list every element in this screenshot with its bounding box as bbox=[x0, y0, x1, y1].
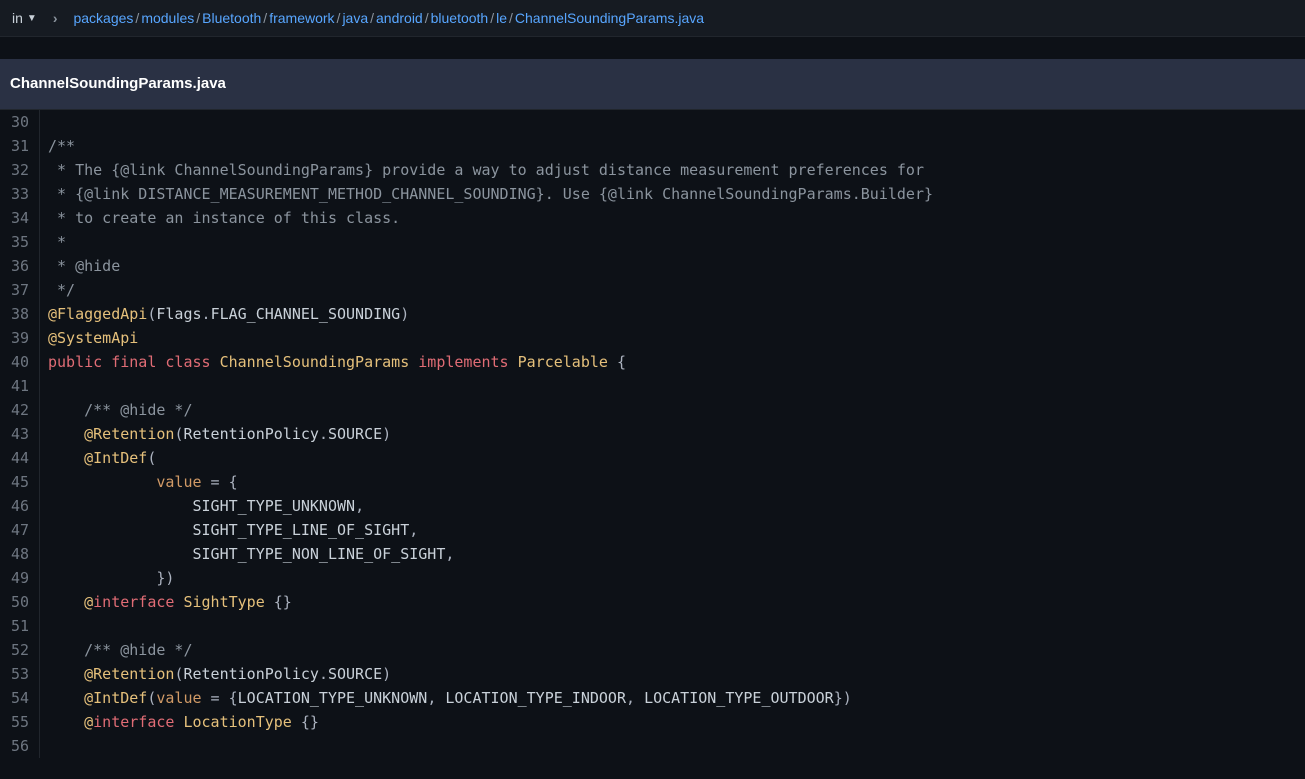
breadcrumb-bar: in ▼ › packages/modules/Bluetooth/framew… bbox=[0, 0, 1305, 37]
line-number[interactable]: 41 bbox=[4, 374, 31, 398]
line-number[interactable]: 52 bbox=[4, 638, 31, 662]
code-line: */ bbox=[48, 278, 933, 302]
line-number[interactable]: 42 bbox=[4, 398, 31, 422]
code-line: public final class ChannelSoundingParams… bbox=[48, 350, 933, 374]
line-number[interactable]: 38 bbox=[4, 302, 31, 326]
line-number[interactable]: 46 bbox=[4, 494, 31, 518]
code-line: @Retention(RetentionPolicy.SOURCE) bbox=[48, 662, 933, 686]
breadcrumb-separator: / bbox=[490, 10, 494, 26]
code-line: SIGHT_TYPE_UNKNOWN, bbox=[48, 494, 933, 518]
line-number[interactable]: 44 bbox=[4, 446, 31, 470]
code-line: @interface LocationType {} bbox=[48, 710, 933, 734]
line-number[interactable]: 53 bbox=[4, 662, 31, 686]
code-line: @IntDef(value = {LOCATION_TYPE_UNKNOWN, … bbox=[48, 686, 933, 710]
line-number[interactable]: 39 bbox=[4, 326, 31, 350]
code-line: @IntDef( bbox=[48, 446, 933, 470]
line-number[interactable]: 37 bbox=[4, 278, 31, 302]
line-number[interactable]: 54 bbox=[4, 686, 31, 710]
code-line: SIGHT_TYPE_NON_LINE_OF_SIGHT, bbox=[48, 542, 933, 566]
breadcrumb-segment[interactable]: modules bbox=[141, 10, 194, 26]
code-line: * The {@link ChannelSoundingParams} prov… bbox=[48, 158, 933, 182]
caret-down-icon: ▼ bbox=[27, 13, 37, 24]
line-number[interactable]: 49 bbox=[4, 566, 31, 590]
breadcrumb-separator: / bbox=[370, 10, 374, 26]
line-number[interactable]: 32 bbox=[4, 158, 31, 182]
code-line: }) bbox=[48, 566, 933, 590]
code-line: * @hide bbox=[48, 254, 933, 278]
breadcrumb-segment[interactable]: le bbox=[496, 10, 507, 26]
line-number[interactable]: 30 bbox=[4, 110, 31, 134]
breadcrumb-segment[interactable]: Bluetooth bbox=[202, 10, 261, 26]
line-number[interactable]: 45 bbox=[4, 470, 31, 494]
breadcrumb-segment[interactable]: ChannelSoundingParams.java bbox=[515, 10, 704, 26]
code-line: @SystemApi bbox=[48, 326, 933, 350]
line-number[interactable]: 55 bbox=[4, 710, 31, 734]
code-line bbox=[48, 110, 933, 134]
line-number[interactable]: 31 bbox=[4, 134, 31, 158]
breadcrumb-segment[interactable]: packages bbox=[73, 10, 133, 26]
breadcrumb-separator: / bbox=[196, 10, 200, 26]
breadcrumb-segment[interactable]: framework bbox=[269, 10, 334, 26]
code-content: /** * The {@link ChannelSoundingParams} … bbox=[40, 110, 933, 758]
code-line: @FlaggedApi(Flags.FLAG_CHANNEL_SOUNDING) bbox=[48, 302, 933, 326]
code-line: @interface SightType {} bbox=[48, 590, 933, 614]
breadcrumb-separator: / bbox=[425, 10, 429, 26]
code-line bbox=[48, 734, 933, 758]
line-number[interactable]: 43 bbox=[4, 422, 31, 446]
breadcrumb-separator: / bbox=[263, 10, 267, 26]
code-line: /** bbox=[48, 134, 933, 158]
breadcrumb-segment[interactable]: java bbox=[342, 10, 368, 26]
code-editor[interactable]: 3031323334353637383940414243444546474849… bbox=[0, 110, 1305, 758]
line-number[interactable]: 51 bbox=[4, 614, 31, 638]
line-number[interactable]: 35 bbox=[4, 230, 31, 254]
line-gutter: 3031323334353637383940414243444546474849… bbox=[0, 110, 40, 758]
line-number[interactable]: 33 bbox=[4, 182, 31, 206]
code-line: value = { bbox=[48, 470, 933, 494]
breadcrumb-segment[interactable]: android bbox=[376, 10, 423, 26]
line-number[interactable]: 50 bbox=[4, 590, 31, 614]
code-line: SIGHT_TYPE_LINE_OF_SIGHT, bbox=[48, 518, 933, 542]
code-line: * to create an instance of this class. bbox=[48, 206, 933, 230]
file-tab-active[interactable]: ChannelSoundingParams.java bbox=[10, 75, 226, 92]
branch-dropdown[interactable]: in ▼ bbox=[12, 10, 37, 26]
line-number[interactable]: 36 bbox=[4, 254, 31, 278]
code-line bbox=[48, 614, 933, 638]
code-line: /** @hide */ bbox=[48, 398, 933, 422]
code-line: /** @hide */ bbox=[48, 638, 933, 662]
code-line: * bbox=[48, 230, 933, 254]
breadcrumb-segment[interactable]: bluetooth bbox=[431, 10, 489, 26]
breadcrumb-separator: / bbox=[509, 10, 513, 26]
code-line: @Retention(RetentionPolicy.SOURCE) bbox=[48, 422, 933, 446]
branch-label: in bbox=[12, 10, 23, 26]
line-number[interactable]: 47 bbox=[4, 518, 31, 542]
chevron-right-icon: › bbox=[53, 10, 58, 26]
breadcrumb-path: packages/modules/Bluetooth/framework/jav… bbox=[73, 10, 704, 26]
line-number[interactable]: 40 bbox=[4, 350, 31, 374]
line-number[interactable]: 56 bbox=[4, 734, 31, 758]
line-number[interactable]: 48 bbox=[4, 542, 31, 566]
file-tab-bar: ChannelSoundingParams.java bbox=[0, 59, 1305, 110]
line-number[interactable]: 34 bbox=[4, 206, 31, 230]
code-line: * {@link DISTANCE_MEASUREMENT_METHOD_CHA… bbox=[48, 182, 933, 206]
code-line bbox=[48, 374, 933, 398]
breadcrumb-separator: / bbox=[135, 10, 139, 26]
breadcrumb-separator: / bbox=[337, 10, 341, 26]
